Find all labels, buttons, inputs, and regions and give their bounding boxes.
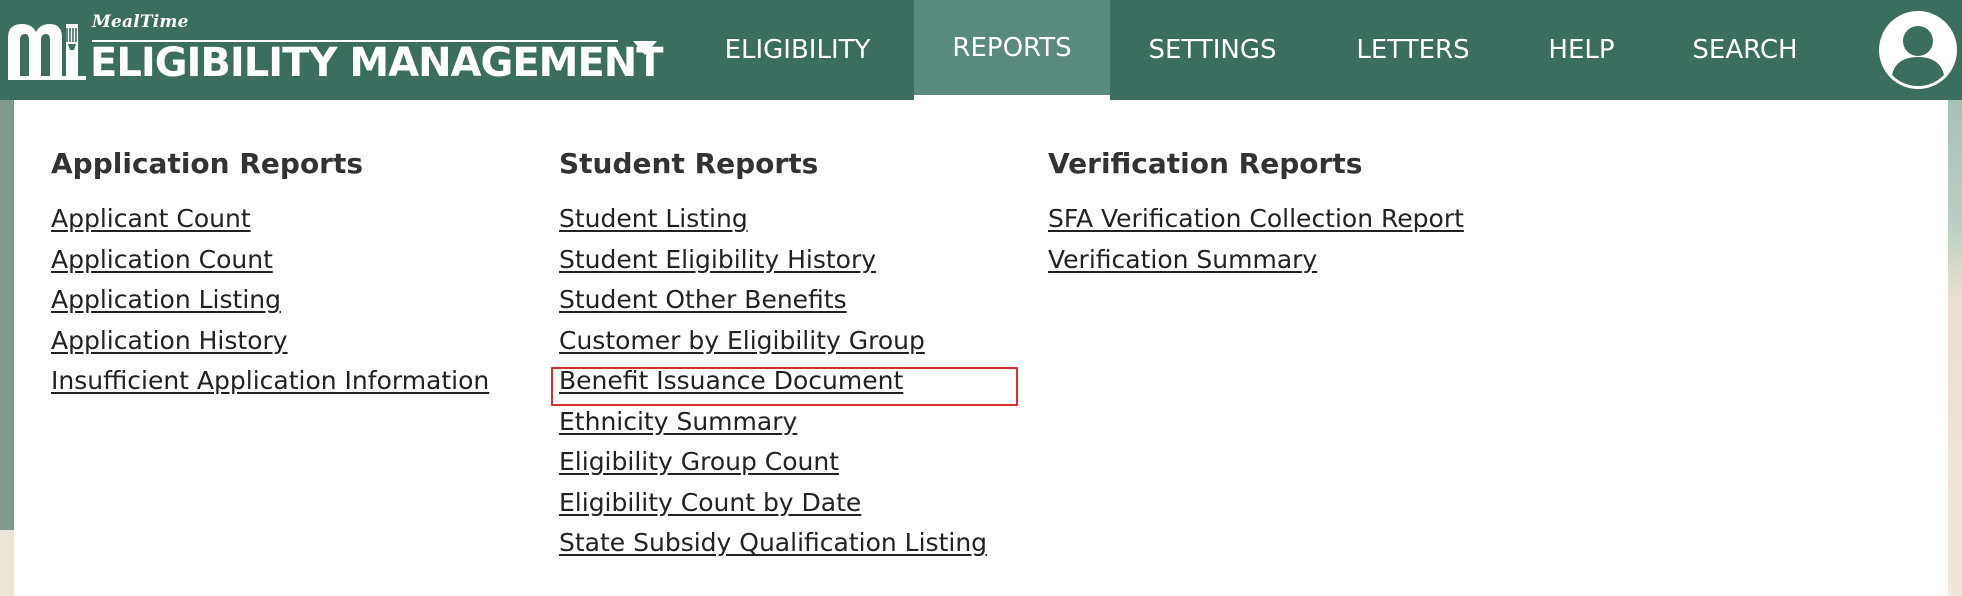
link-ethnicity-summary[interactable]: Ethnicity Summary xyxy=(559,407,797,436)
list-item: Insufficient Application Information xyxy=(51,366,489,407)
link-eligibility-group-count[interactable]: Eligibility Group Count xyxy=(559,447,839,476)
brand-small-text: MealTime xyxy=(92,12,189,32)
background-page-right xyxy=(1948,100,1962,596)
list-item: Student Listing xyxy=(559,204,987,245)
link-application-history[interactable]: Application History xyxy=(51,326,288,355)
application-reports-list: Applicant Count Application Count Applic… xyxy=(51,204,489,407)
top-navbar: MealTime ELIGIBILITY MANAGEMENT ELIGIBIL… xyxy=(0,0,1962,100)
caret-down-icon[interactable] xyxy=(632,40,658,56)
link-sfa-verification-collection-report[interactable]: SFA Verification Collection Report xyxy=(1048,204,1464,233)
list-item: Application Listing xyxy=(51,285,489,326)
list-item: Ethnicity Summary xyxy=(559,407,987,448)
list-item: Student Other Benefits xyxy=(559,285,987,326)
link-customer-by-eligibility-group[interactable]: Customer by Eligibility Group xyxy=(559,326,925,355)
list-item: State Subsidy Qualification Listing xyxy=(559,528,987,569)
user-avatar-icon[interactable] xyxy=(1878,10,1958,90)
link-application-count[interactable]: Application Count xyxy=(51,245,273,274)
highlight-box xyxy=(551,367,1018,406)
verification-reports-list: SFA Verification Collection Report Verif… xyxy=(1048,204,1464,285)
link-state-subsidy-qualification-listing[interactable]: State Subsidy Qualification Listing xyxy=(559,528,987,557)
mealtime-logo-icon xyxy=(8,24,86,80)
link-applicant-count[interactable]: Applicant Count xyxy=(51,204,251,233)
list-item: Applicant Count xyxy=(51,204,489,245)
nav-eligibility[interactable]: ELIGIBILITY xyxy=(695,0,900,100)
list-item: Eligibility Group Count xyxy=(559,447,987,488)
verification-reports-heading: Verification Reports xyxy=(1048,147,1363,180)
link-eligibility-count-by-date[interactable]: Eligibility Count by Date xyxy=(559,488,861,517)
link-insufficient-application-information[interactable]: Insufficient Application Information xyxy=(51,366,489,395)
reports-dropdown-panel: Application Reports Applicant Count Appl… xyxy=(14,100,1948,596)
list-item: Application History xyxy=(51,326,489,367)
nav-letters[interactable]: LETTERS xyxy=(1343,0,1483,100)
link-student-listing[interactable]: Student Listing xyxy=(559,204,748,233)
link-application-listing[interactable]: Application Listing xyxy=(51,285,281,314)
link-student-other-benefits[interactable]: Student Other Benefits xyxy=(559,285,847,314)
background-page-left xyxy=(0,100,14,530)
list-item: Verification Summary xyxy=(1048,245,1464,286)
nav-settings[interactable]: SETTINGS xyxy=(1130,0,1295,100)
brand-area[interactable]: MealTime ELIGIBILITY MANAGEMENT xyxy=(0,0,664,100)
link-verification-summary[interactable]: Verification Summary xyxy=(1048,245,1317,274)
nav-reports[interactable]: REPORTS xyxy=(914,0,1110,100)
brand-title: ELIGIBILITY MANAGEMENT xyxy=(90,40,664,86)
link-student-eligibility-history[interactable]: Student Eligibility History xyxy=(559,245,876,274)
list-item: Application Count xyxy=(51,245,489,286)
nav-search[interactable]: SEARCH xyxy=(1680,0,1810,100)
list-item: SFA Verification Collection Report xyxy=(1048,204,1464,245)
background-page-left-lower xyxy=(0,530,14,596)
list-item: Student Eligibility History xyxy=(559,245,987,286)
application-reports-heading: Application Reports xyxy=(51,147,364,180)
student-reports-heading: Student Reports xyxy=(559,147,819,180)
nav-help[interactable]: HELP xyxy=(1534,0,1629,100)
list-item: Eligibility Count by Date xyxy=(559,488,987,529)
list-item: Customer by Eligibility Group xyxy=(559,326,987,367)
